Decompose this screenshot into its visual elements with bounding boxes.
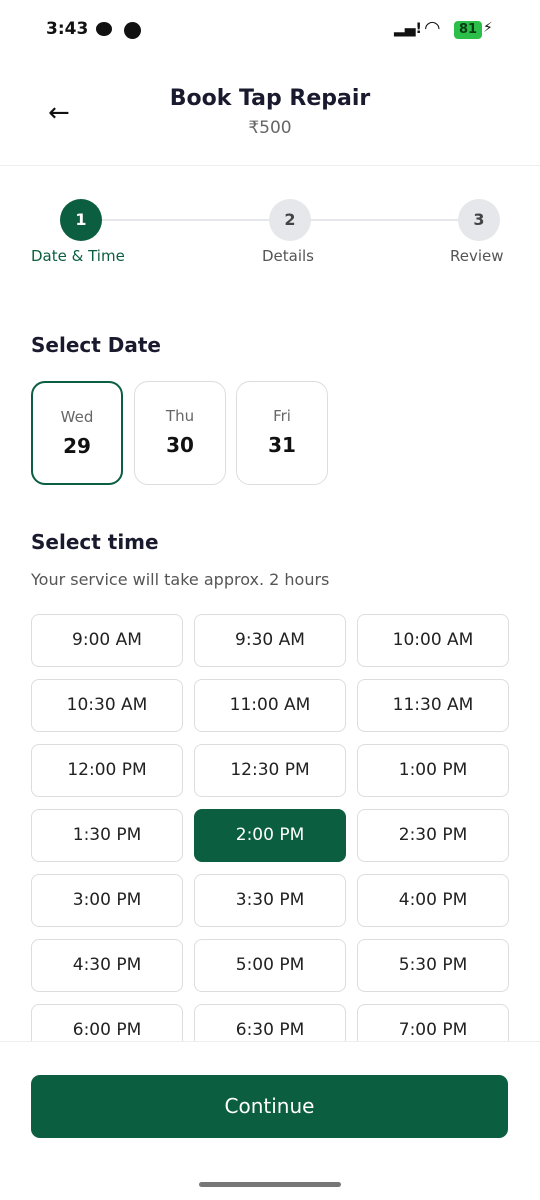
duration-note: Your service will take approx. 2 hours: [31, 570, 330, 589]
step-2: 2: [269, 199, 311, 241]
date-number: 31: [268, 433, 296, 457]
header: ← Book Tap Repair ₹500: [0, 60, 540, 166]
select-time-heading: Select time: [31, 530, 159, 554]
date-option[interactable]: Fri 31: [236, 381, 328, 485]
step-1: 1: [60, 199, 102, 241]
date-day: Wed: [60, 408, 94, 426]
time-slot[interactable]: 5:00 PM: [194, 939, 346, 992]
time-slot[interactable]: 1:00 PM: [357, 744, 509, 797]
time-slot[interactable]: 6:00 PM: [31, 1004, 183, 1041]
date-number: 30: [166, 433, 194, 457]
time-slot[interactable]: 11:00 AM: [194, 679, 346, 732]
time-slot[interactable]: 3:30 PM: [194, 874, 346, 927]
time-slot[interactable]: 9:00 AM: [31, 614, 183, 667]
time-slot[interactable]: 1:30 PM: [31, 809, 183, 862]
date-day: Fri: [273, 407, 291, 425]
date-option[interactable]: Wed 29: [31, 381, 123, 485]
time-slot[interactable]: 5:30 PM: [357, 939, 509, 992]
step-2-label: Details: [262, 247, 315, 265]
signal-icon: ▂▄!: [394, 21, 422, 37]
time-slot[interactable]: 3:00 PM: [31, 874, 183, 927]
step-3: 3: [458, 199, 500, 241]
step-3-label: Review: [450, 247, 504, 265]
wifi-icon: ◠: [424, 17, 441, 39]
footer: Continue: [0, 1041, 540, 1200]
time-slot[interactable]: 11:30 AM: [357, 679, 509, 732]
charging-icon: ⚡: [483, 20, 493, 36]
date-option[interactable]: Thu 30: [134, 381, 226, 485]
select-date-heading: Select Date: [31, 333, 161, 357]
service-price: ₹500: [248, 118, 292, 138]
date-number: 29: [63, 434, 91, 458]
time-slot[interactable]: 4:00 PM: [357, 874, 509, 927]
time-slot[interactable]: 2:00 PM: [194, 809, 346, 862]
status-bar: 3:43 ▂▄! ◠ 81 ⚡: [0, 0, 540, 60]
time-slot[interactable]: 10:00 AM: [357, 614, 509, 667]
time-slot[interactable]: 12:30 PM: [194, 744, 346, 797]
status-time: 3:43: [46, 19, 89, 39]
time-slot[interactable]: 2:30 PM: [357, 809, 509, 862]
time-slot[interactable]: 6:30 PM: [194, 1004, 346, 1041]
page-title: Book Tap Repair: [169, 86, 371, 111]
time-slot[interactable]: 9:30 AM: [194, 614, 346, 667]
time-slot-grid[interactable]: 9:00 AM 9:30 AM 10:00 AM 10:30 AM 11:00 AM 11…: [31, 614, 509, 1041]
time-slot[interactable]: 10:30 AM: [31, 679, 183, 732]
chat-bubble-icon: [96, 22, 112, 36]
battery-icon: 81: [454, 21, 482, 39]
time-slot[interactable]: 4:30 PM: [31, 939, 183, 992]
time-slot[interactable]: 7:00 PM: [357, 1004, 509, 1041]
message-icon: [124, 22, 141, 39]
date-day: Thu: [165, 407, 195, 425]
home-indicator[interactable]: [199, 1182, 341, 1187]
time-slot[interactable]: 12:00 PM: [31, 744, 183, 797]
continue-button[interactable]: Continue: [31, 1075, 508, 1138]
step-1-label: Date & Time: [31, 247, 125, 265]
